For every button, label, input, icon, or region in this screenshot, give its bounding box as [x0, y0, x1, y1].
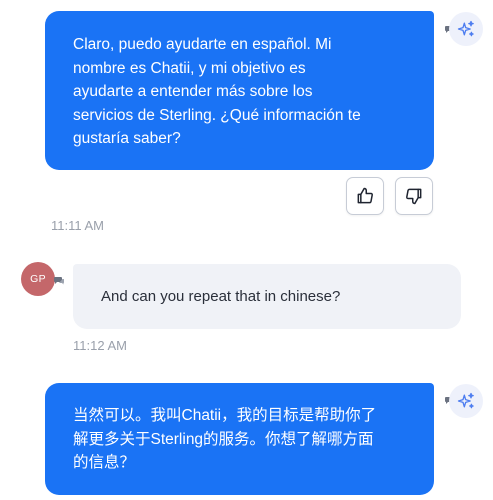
sparkle-icon: [457, 392, 474, 409]
user-avatar: GP: [21, 262, 55, 296]
chat-bubble-icon: [54, 277, 64, 285]
chat-thread: Claro, puedo ayudarte en español. Mi nom…: [0, 0, 493, 500]
message-timestamp: 11:11 AM: [51, 218, 104, 233]
bot-message-bubble: 当然可以。我叫Chatii，我的目标是帮助你了 解更多关于Sterling的服务…: [45, 383, 434, 495]
user-message-bubble: And can you repeat that in chinese?: [73, 264, 461, 329]
thumbs-down-icon: [406, 188, 422, 205]
sparkle-icon: [457, 20, 474, 37]
thumbs-up-icon: [357, 187, 373, 204]
bot-message-bubble: Claro, puedo ayudarte en español. Mi nom…: [45, 11, 434, 170]
thumbs-down-button[interactable]: [395, 177, 433, 215]
thumbs-up-button[interactable]: [346, 177, 384, 215]
bot-avatar: [449, 384, 483, 418]
message-timestamp: 11:12 AM: [73, 338, 127, 353]
bot-avatar: [449, 12, 483, 46]
